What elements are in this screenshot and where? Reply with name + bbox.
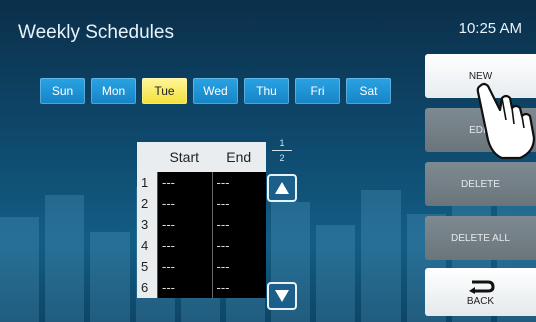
- table-row[interactable]: 3 --- ---: [137, 214, 266, 235]
- back-arrow-icon: [468, 280, 495, 294]
- start-cell: ---: [157, 235, 212, 256]
- back-label: BACK: [466, 295, 495, 307]
- scroll-down-button[interactable]: [267, 282, 297, 310]
- scroll-up-button[interactable]: [267, 174, 297, 202]
- row-number: 2: [137, 193, 157, 214]
- day-wed[interactable]: Wed: [193, 78, 238, 104]
- clock: 10:25 AM: [458, 20, 522, 37]
- day-tue[interactable]: Tue: [142, 78, 187, 104]
- start-cell: ---: [157, 193, 212, 214]
- delete-button[interactable]: DELETE: [425, 162, 536, 206]
- table-row[interactable]: 6 --- ---: [137, 277, 266, 298]
- row-number: 3: [137, 214, 157, 235]
- end-cell: ---: [211, 214, 266, 235]
- page-title: Weekly Schedules: [18, 22, 174, 43]
- row-number: 6: [137, 277, 157, 298]
- day-sun[interactable]: Sun: [40, 78, 85, 104]
- row-number: 4: [137, 235, 157, 256]
- start-column-header: Start: [169, 149, 200, 165]
- day-thu[interactable]: Thu: [244, 78, 289, 104]
- page-divider: [272, 150, 292, 151]
- page-indicator: 1 2: [272, 138, 292, 163]
- screen: Weekly Schedules 10:25 AM Sun Mon Tue We…: [0, 0, 536, 322]
- table-header: Start End: [137, 142, 266, 172]
- end-cell: ---: [211, 193, 266, 214]
- end-cell: ---: [211, 235, 266, 256]
- arrow-down-icon: [275, 290, 289, 302]
- row-number: 5: [137, 256, 157, 277]
- row-number: 1: [137, 172, 157, 193]
- table-row[interactable]: 4 --- ---: [137, 235, 266, 256]
- page-total: 2: [279, 153, 285, 163]
- end-cell: ---: [211, 172, 266, 193]
- pointing-hand-icon: [476, 82, 536, 160]
- end-cell: ---: [211, 256, 266, 277]
- day-mon[interactable]: Mon: [91, 78, 136, 104]
- back-button[interactable]: BACK: [425, 268, 536, 316]
- table-row[interactable]: 1 --- ---: [137, 172, 266, 193]
- start-cell: ---: [157, 172, 212, 193]
- day-selector: Sun Mon Tue Wed Thu Fri Sat: [40, 78, 391, 104]
- start-cell: ---: [157, 214, 212, 235]
- day-fri[interactable]: Fri: [295, 78, 340, 104]
- delete-all-button[interactable]: DELETE ALL: [425, 216, 536, 260]
- start-cell: ---: [157, 277, 212, 298]
- arrow-up-icon: [275, 182, 289, 194]
- table-row[interactable]: 2 --- ---: [137, 193, 266, 214]
- page-current: 1: [279, 138, 285, 148]
- start-cell: ---: [157, 256, 212, 277]
- end-cell: ---: [211, 277, 266, 298]
- table-row[interactable]: 5 --- ---: [137, 256, 266, 277]
- end-column-header: End: [226, 149, 252, 165]
- day-sat[interactable]: Sat: [346, 78, 391, 104]
- schedule-table: Start End 1 --- --- 2 --- --- 3 --- --- …: [137, 142, 266, 298]
